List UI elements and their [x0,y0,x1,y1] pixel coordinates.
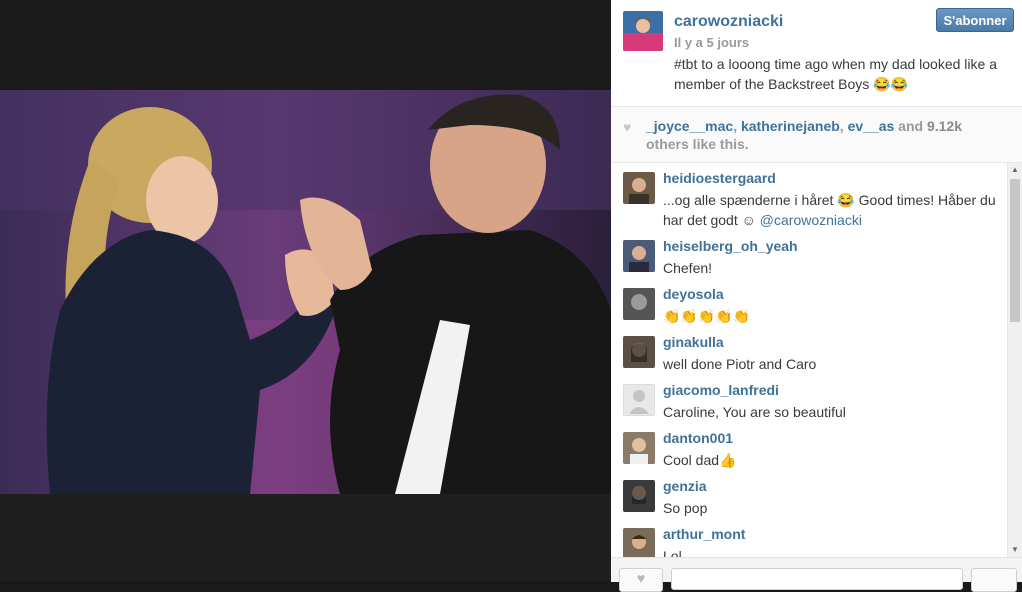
likes-separator: , [733,118,741,134]
liker-username[interactable]: _joyce__mac [646,118,733,134]
comments-list: heidioestergaard ...og alle spænderne i … [611,163,1007,557]
post-photo[interactable] [0,90,611,494]
comment-mention[interactable]: @carowozniacki [760,212,862,228]
scroll-thumb[interactable] [1010,179,1020,322]
commenter-avatar[interactable] [623,172,655,204]
comment-text: 👏👏👏👏👏 [663,308,751,324]
post-caption: #tbt to a looong time ago when my dad lo… [674,56,997,92]
commenter-avatar-image [623,172,655,204]
likes-count[interactable]: 9.12k [927,118,962,134]
likes-summary: _joyce__mac, katherinejaneb, ev__as and … [646,117,1006,153]
like-button[interactable]: ♥ [619,568,663,592]
post-header: carowozniacki Il y a 5 jours #tbt to a l… [611,0,1022,106]
commenter-username[interactable]: deyosola [663,286,724,302]
follow-button[interactable]: S'abonner [936,8,1014,32]
commenter-username[interactable]: giacomo_lanfredi [663,382,779,398]
commenter-avatar-image [623,336,655,368]
scroll-down-arrow-icon[interactable]: ▼ [1008,543,1022,557]
owner-username[interactable]: carowozniacki [674,13,783,31]
comment-item: heidioestergaard ...og alle spænderne i … [611,163,1007,231]
commenter-avatar-image [623,240,655,272]
commenter-avatar[interactable] [623,288,655,320]
comment-item: deyosola 👏👏👏👏👏 [611,279,1007,327]
media-pane [0,0,611,581]
comment-item: danton001 Cool dad👍 [611,423,1007,471]
commenter-username[interactable]: heidioestergaard [663,170,776,186]
comment-footer: ♥ [611,557,1022,592]
owner-avatar[interactable] [623,11,663,51]
owner-avatar-image [623,11,663,51]
commenter-avatar[interactable] [623,432,655,464]
commenter-avatar-image [623,288,655,320]
likes-section: ♥ _joyce__mac, katherinejaneb, ev__as an… [611,107,1022,162]
commenter-username[interactable]: genzia [663,478,707,494]
commenter-avatar[interactable] [623,480,655,512]
comment-text: ...og alle spænderne i håret 😂 Good time… [663,190,998,230]
comment-text: Chefen! [663,260,713,276]
commenter-username[interactable]: heiselberg_oh_yeah [663,238,798,254]
comment-item: heiselberg_oh_yeah Chefen! [611,231,1007,279]
scroll-up-arrow-icon[interactable]: ▲ [1008,163,1022,177]
commenter-avatar[interactable] [623,384,655,416]
commenter-avatar-image [623,480,655,512]
add-comment-input[interactable] [671,568,963,590]
default-avatar-icon [623,384,655,416]
media-letterbox-top [0,0,611,90]
liker-username[interactable]: katherinejaneb [741,118,840,134]
comment-item: ginakulla well done Piotr and Caro [611,327,1007,375]
comment-item: arthur_mont Lol [611,519,1007,557]
commenter-avatar[interactable] [623,528,655,557]
commenter-avatar-image [623,528,655,557]
comment-item: giacomo_lanfredi Caroline, You are so be… [611,375,1007,423]
commenter-username[interactable]: ginakulla [663,334,724,350]
comment-text: well done Piotr and Caro [663,356,817,372]
media-letterbox-bottom [0,494,611,581]
comment-text: Cool dad👍 [663,452,737,468]
likes-suffix: others like this. [646,136,749,152]
liker-username[interactable]: ev__as [848,118,895,134]
heart-icon: ♥ [623,119,632,135]
commenter-avatar[interactable] [623,240,655,272]
more-options-button[interactable] [971,568,1017,592]
post-timestamp: Il y a 5 jours [674,35,750,50]
comment-text: Caroline, You are so beautiful [663,404,846,420]
commenter-avatar-image [623,432,655,464]
commenter-username[interactable]: danton001 [663,430,733,446]
comment-text: Lol [663,548,682,557]
heart-icon: ♥ [636,570,646,586]
likes-separator: , [839,118,848,134]
commenter-username[interactable]: arthur_mont [663,526,745,542]
likes-and: and [894,118,927,134]
comments-scrollbar[interactable]: ▲ ▼ [1007,163,1022,557]
post-sidebar: carowozniacki Il y a 5 jours #tbt to a l… [611,0,1022,592]
commenter-avatar[interactable] [623,336,655,368]
post-photo-image [0,90,611,494]
comment-item: genzia So pop [611,471,1007,519]
comment-text: So pop [663,500,708,516]
